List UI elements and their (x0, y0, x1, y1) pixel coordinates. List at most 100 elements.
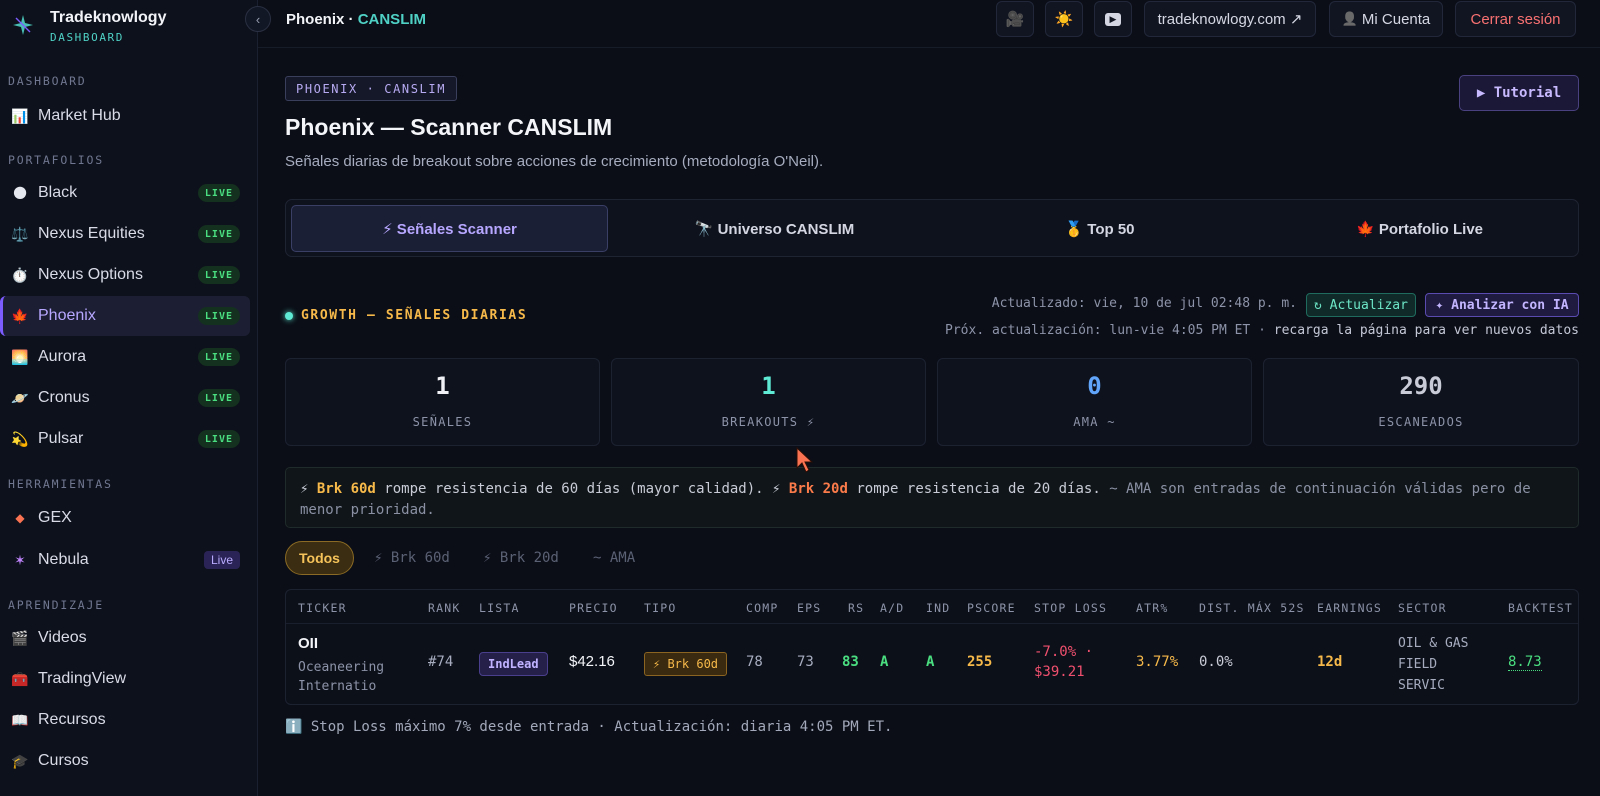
sidebar-item-market-hub[interactable]: 📊 Market Hub (0, 96, 250, 136)
account-label: Mi Cuenta (1361, 10, 1431, 28)
rs-value: 83 (842, 654, 859, 670)
sidebar-item-nexus-equities[interactable]: ⚖️ Nexus Equities LIVE (0, 214, 250, 254)
stat-label: BREAKOUTS ⚡ (721, 415, 816, 429)
tab-senales-scanner[interactable]: ⚡ Señales Scanner (291, 205, 608, 252)
filter-ama[interactable]: ~ AMA (593, 541, 635, 575)
sidebar-item-label: Nexus Equities (38, 225, 145, 242)
analyze-ai-button[interactable]: ✦ Analizar con IA (1425, 293, 1579, 317)
signal-legend-banner: ⚡ Brk 60d rompe resistencia de 60 días (… (285, 467, 1579, 528)
col-header[interactable]: TICKER (298, 601, 347, 615)
ad-value: A (880, 654, 889, 670)
stat-card-escaneados: 290 ESCANEADOS (1263, 358, 1579, 446)
earnings-value: 12d (1317, 654, 1343, 670)
sidebar-item-recursos[interactable]: 📖 Recursos (0, 700, 250, 740)
stat-value: 1 (435, 372, 450, 400)
sidebar-item-cursos[interactable]: 🎓 Cursos (0, 741, 250, 781)
col-header[interactable]: BACKTEST (1508, 601, 1573, 615)
mouse-cursor-icon (796, 446, 814, 473)
sidebar-item-label: Aurora (38, 348, 87, 365)
sidebar-item-cronus[interactable]: 🪐 Cronus LIVE (0, 378, 250, 418)
col-header[interactable]: EARNINGS (1317, 601, 1382, 615)
toolbox-icon: 🧰 (11, 670, 29, 687)
brand-name: Tradeknowlogy (50, 9, 167, 26)
sidebar-item-label: Black (38, 184, 78, 201)
sidebar-item-label: Phoenix (38, 307, 96, 324)
signals-table: TICKER RANK LISTA PRECIO TIPO COMP EPS R… (285, 589, 1579, 705)
youtube-icon: ▶ (1104, 12, 1122, 26)
stat-value: 290 (1399, 372, 1443, 400)
stat-card-ama: 0 AMA ~ (937, 358, 1252, 446)
col-header[interactable]: IND (926, 601, 950, 615)
sidebar-item-label: GEX (38, 509, 72, 526)
col-header[interactable]: PSCORE (967, 601, 1016, 615)
bar-chart-icon: 📊 (11, 107, 29, 124)
backtest-value[interactable]: 8.73 (1508, 654, 1542, 671)
sidebar-item-nexus-options[interactable]: ⏱️ Nexus Options LIVE (0, 255, 250, 295)
stat-value: 1 (761, 372, 776, 400)
logout-button[interactable]: Cerrar sesión (1455, 1, 1576, 37)
brand-subtitle: DASHBOARD (50, 31, 125, 44)
brand[interactable]: Tradeknowlogy DASHBOARD (10, 6, 250, 46)
footnote: ℹ️ Stop Loss máximo 7% desde entrada · A… (285, 719, 893, 735)
col-header[interactable]: SECTOR (1398, 601, 1447, 615)
sidebar-item-label: Cursos (38, 752, 89, 769)
account-button[interactable]: 👤 Mi Cuenta (1329, 1, 1443, 37)
moon-icon: 🌑 (12, 184, 28, 201)
sidebar-item-tradingview[interactable]: 🧰 TradingView (0, 659, 250, 699)
sidebar-item-label: Market Hub (38, 107, 121, 124)
tutorial-button[interactable]: ▶ Tutorial (1459, 75, 1579, 111)
sidebar-item-videos[interactable]: 🎬 Videos (0, 618, 250, 658)
col-header[interactable]: DIST. MÁX 52S (1199, 601, 1305, 615)
eps-value: 73 (797, 654, 814, 670)
col-header[interactable]: EPS (797, 601, 821, 615)
section-title-dashboard: DASHBOARD (8, 74, 87, 88)
tab-bar: ⚡ Señales Scanner 🔭 Universo CANSLIM 🥇 T… (285, 199, 1579, 257)
graduation-cap-icon: 🎓 (11, 752, 29, 769)
sidebar-item-gex[interactable]: ◆ GEX (0, 498, 250, 538)
next-update-prefix: Próx. actualización: lun-vie 4:05 PM ET … (945, 323, 1274, 338)
nebula-star-icon: ✶ (14, 551, 26, 568)
col-header[interactable]: RS (848, 601, 864, 615)
col-header[interactable]: COMP (746, 601, 779, 615)
sidebar-item-black[interactable]: 🌑 Black LIVE (0, 173, 250, 213)
tab-portafolio-live[interactable]: 🍁 Portafolio Live (1261, 205, 1578, 252)
site-link[interactable]: tradeknowlogy.com ↗ (1144, 1, 1316, 37)
dist-52w-value: 0.0% (1199, 654, 1233, 670)
stop-loss-price: $39.21 (1034, 664, 1085, 680)
ind-value: A (926, 654, 935, 670)
col-header[interactable]: RANK (428, 601, 461, 615)
col-header[interactable]: STOP LOSS (1034, 601, 1107, 615)
col-header[interactable]: A/D (880, 601, 904, 615)
youtube-button[interactable]: ▶ (1094, 1, 1132, 37)
next-update-hint: recarga la página para ver nuevos datos (1273, 323, 1579, 338)
stat-label: SEÑALES (412, 415, 473, 429)
breadcrumb-accent: CANSLIM (357, 11, 427, 28)
col-header[interactable]: LISTA (479, 601, 520, 615)
page-subtitle: Señales diarias de breakout sobre accion… (285, 153, 824, 170)
camera-button[interactable]: 🎥 (996, 1, 1034, 37)
page-tag-chip: PHOENIX · CANSLIM (285, 76, 458, 101)
signals-section-label: GROWTH — SEÑALES DIARIAS (301, 308, 528, 323)
theme-toggle-button[interactable]: ☀️ (1045, 1, 1083, 37)
sidebar-item-pulsar[interactable]: 💫 Pulsar LIVE (0, 419, 250, 459)
collapse-sidebar-button[interactable]: ‹ (245, 6, 271, 32)
col-header[interactable]: ATR% (1136, 601, 1169, 615)
stat-card-breakouts: 1 BREAKOUTS ⚡ (611, 358, 926, 446)
filter-todos[interactable]: Todos (285, 541, 354, 575)
filter-brk-20d[interactable]: ⚡ Brk 20d (483, 541, 559, 575)
stopwatch-icon: ⏱️ (11, 266, 29, 283)
sidebar-item-phoenix[interactable]: 🍁 Phoenix LIVE (0, 296, 250, 336)
sunrise-icon: 🌅 (11, 348, 29, 365)
col-header[interactable]: TIPO (644, 601, 677, 615)
refresh-button[interactable]: ↻ Actualizar (1306, 293, 1416, 317)
sidebar: Tradeknowlogy DASHBOARD DASHBOARD 📊 Mark… (0, 0, 258, 796)
sidebar-item-nebula[interactable]: ✶ Nebula Live (0, 540, 250, 580)
tab-top-50[interactable]: 🥇 Top 50 (941, 205, 1258, 252)
col-header[interactable]: PRECIO (569, 601, 618, 615)
clapper-icon: 🎬 (11, 629, 29, 646)
camera-icon: 🎥 (1005, 11, 1025, 28)
filter-brk-60d[interactable]: ⚡ Brk 60d (374, 541, 450, 575)
sidebar-item-aurora[interactable]: 🌅 Aurora LIVE (0, 337, 250, 377)
tab-universo-canslim[interactable]: 🔭 Universo CANSLIM (616, 205, 933, 252)
ticker-symbol[interactable]: OII (298, 635, 318, 652)
